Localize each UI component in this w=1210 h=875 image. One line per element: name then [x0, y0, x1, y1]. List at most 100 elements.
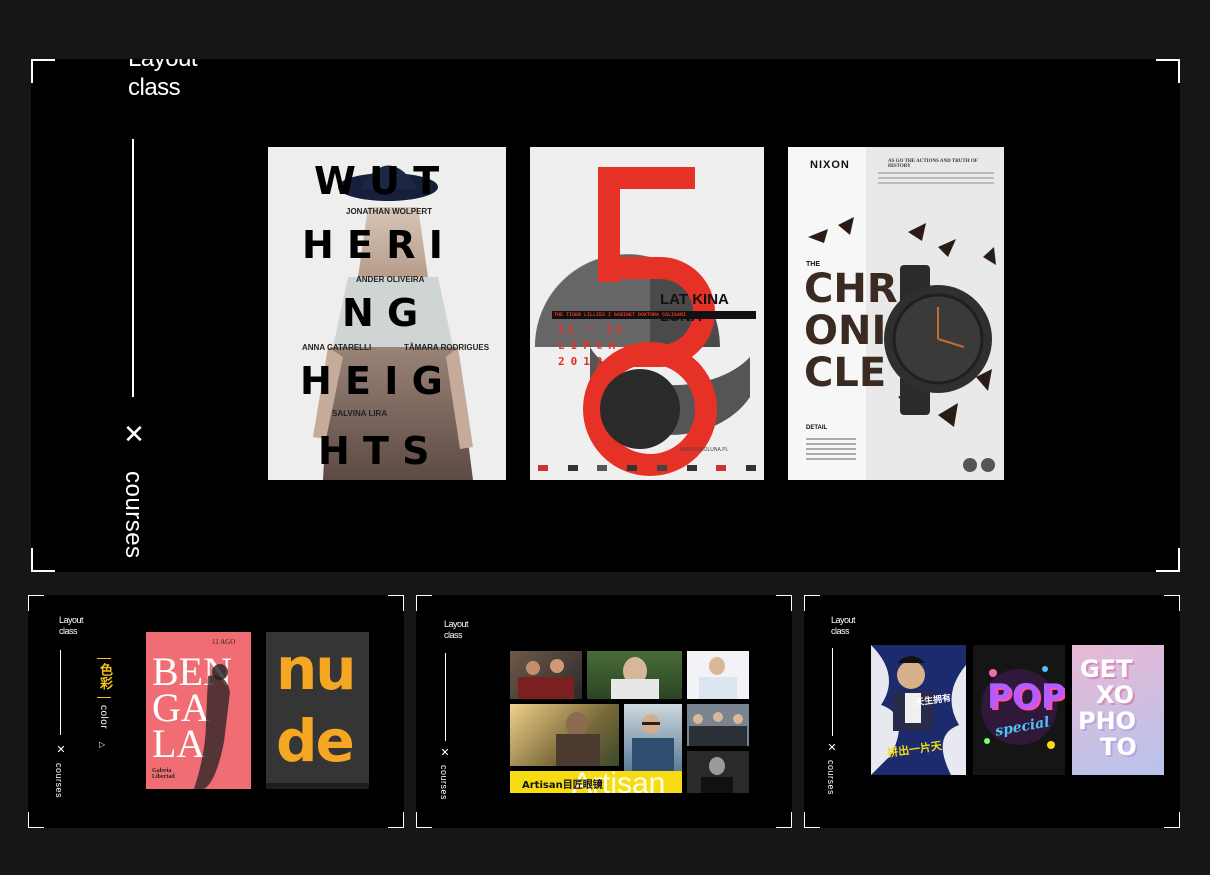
- photo-sunlit-man[interactable]: [510, 704, 619, 766]
- wuthering-row-1: W U T: [314, 159, 440, 203]
- wuthering-credit-1: JONATHAN WOLPERT: [346, 207, 433, 216]
- wuthering-credit-2: ANDER OLIVEIRA: [356, 275, 425, 284]
- courses-label: courses: [826, 760, 836, 796]
- frame-corner-top-left: [31, 59, 55, 83]
- color-divider-top: [97, 658, 111, 659]
- photo-business-group[interactable]: [687, 704, 749, 746]
- sidebar-divider: [445, 653, 446, 741]
- close-icon[interactable]: ✕: [54, 743, 68, 756]
- bengala-footer: Galería Libertad: [152, 768, 175, 780]
- nixon-body-lines: [878, 169, 994, 184]
- sidebar-title: Layout class: [444, 619, 469, 641]
- frame-corner-bottom-left: [28, 812, 44, 828]
- wuthering-credit-3: ANNA CATARELLI: [302, 343, 372, 352]
- photo-glasses-man[interactable]: [624, 704, 682, 771]
- lipca-caption: THE TIGER LILLIES I GABINET DOKTORA CALI…: [552, 311, 756, 319]
- close-icon[interactable]: ✕: [825, 741, 839, 754]
- wuthering-row-5: H T S: [318, 429, 430, 473]
- poster-pop-special[interactable]: POP special: [973, 645, 1065, 775]
- thumbnail-poster-slide[interactable]: Layout class ✕ courses 天生拥有 拼出一片天 POP sp…: [804, 595, 1180, 828]
- play-triangle-icon: ▷: [99, 740, 106, 749]
- frame-corner-bottom-right: [1156, 548, 1180, 572]
- poster-lipca[interactable]: LAT KINA LUNA THE TIGER LILLIES I GABINE…: [530, 147, 764, 480]
- getxo-line-3: PHO: [1078, 707, 1137, 735]
- sidebar-title: Layout class: [831, 615, 856, 637]
- sidebar-title-line2: class: [59, 625, 78, 636]
- sidebar-title: Layout class: [128, 59, 198, 103]
- courses-label: courses: [120, 471, 147, 559]
- courses-label: courses: [439, 765, 449, 801]
- frame-corner-bottom-left: [804, 812, 820, 828]
- sidebar-title-line2: class: [128, 73, 181, 101]
- lipca-sponsor-row: [538, 465, 756, 471]
- wuthering-row-3: N G: [342, 291, 419, 335]
- poster-zh-illustration[interactable]: 天生拥有 拼出一片天: [871, 645, 966, 775]
- artisan-banner[interactable]: Artisan Artisan目匠眼镜: [510, 771, 682, 793]
- getxo-line-1: GET: [1080, 655, 1133, 683]
- bengala-figure: [194, 664, 230, 789]
- color-label-en: color: [98, 705, 109, 730]
- nixon-detail: DETAIL: [806, 425, 828, 431]
- frame-corner-top-left: [28, 595, 44, 611]
- frame-corner-top-right: [1164, 595, 1180, 611]
- sidebar-title-line1: Layout: [831, 615, 856, 625]
- poster-bengala[interactable]: 11 AGO BEN GA LA Galería Libertad: [146, 632, 251, 789]
- getxo-line-2: XO: [1096, 681, 1135, 709]
- color-divider-bottom: [97, 697, 111, 698]
- main-slide: Layout class ✕ courses W U T JONA: [31, 59, 1180, 572]
- artisan-banner-text: Artisan目匠眼镜: [522, 780, 603, 791]
- pop-word: POP: [987, 677, 1065, 717]
- wuthering-credit-5: SALVINA LIRA: [332, 409, 388, 418]
- poster-nixon[interactable]: NIXON AS GO THE ACTIONS AND TRUTH OF HIS…: [788, 147, 1004, 480]
- photo-man-white-shirt[interactable]: [687, 651, 749, 699]
- wuthering-row-4: H E I G: [300, 359, 443, 403]
- nixon-headline: AS GO THE ACTIONS AND TRUTH OF HISTORY: [888, 159, 978, 169]
- thumbnail-photo-slide[interactable]: Layout class ✕ courses Artisan Artisan目匠…: [416, 595, 792, 828]
- close-icon[interactable]: ✕: [119, 419, 149, 450]
- poster-wuthering-heights[interactable]: W U T JONATHAN WOLPERT H E R I ANDER OLI…: [268, 147, 506, 480]
- lipca-date-1: 21 – 22: [558, 323, 626, 336]
- wuthering-credit-4: TÂMARA RODRIGUES: [404, 343, 490, 352]
- poster-nude[interactable]: nu de: [266, 632, 369, 789]
- thumbnail-color-slide[interactable]: Layout class ✕ courses 色彩 color ▷ 11 AGO…: [28, 595, 404, 828]
- frame-corner-bottom-right: [776, 812, 792, 828]
- frame-corner-top-right: [388, 595, 404, 611]
- lipca-website: WWW.KINOLUNA.PL: [680, 447, 729, 453]
- photo-lying-man[interactable]: [587, 651, 682, 699]
- lipca-title: LAT KINA LUNA: [660, 291, 729, 325]
- lipca-date-2: LIPCA: [558, 339, 622, 352]
- photo-couple[interactable]: [510, 651, 582, 699]
- sidebar-title-line2: class: [831, 625, 850, 636]
- frame-corner-bottom-left: [31, 548, 55, 572]
- nixon-brand: NIXON: [810, 159, 850, 171]
- nixon-chronicle-line2: ONI: [804, 308, 887, 354]
- nixon-detail-lines: [806, 435, 856, 460]
- poster-getxo-photo[interactable]: GET XO PHO TO: [1072, 645, 1164, 775]
- frame-corner-top-left: [804, 595, 820, 611]
- frame-corner-top-left: [416, 595, 432, 611]
- sidebar-title-line1: Layout: [128, 59, 198, 74]
- frame-corner-bottom-left: [416, 812, 432, 828]
- color-label-zh: 色彩: [98, 663, 113, 690]
- nude-line-2: de: [276, 707, 355, 775]
- photo-portrait-bw[interactable]: [687, 751, 749, 793]
- sidebar-title-line1: Layout: [444, 619, 469, 629]
- frame-corner-top-right: [776, 595, 792, 611]
- nixon-chronicle-line1: CHR: [804, 266, 898, 312]
- sidebar-title-line2: class: [444, 629, 463, 640]
- nude-bottom-strip: [266, 783, 369, 789]
- nude-line-1: nu: [276, 635, 357, 703]
- lipca-date-3: 2012: [558, 355, 609, 368]
- sidebar-title: Layout class: [59, 615, 84, 637]
- nixon-chronicle-line3: CLE: [804, 350, 887, 396]
- close-icon[interactable]: ✕: [438, 746, 452, 759]
- sidebar-divider: [60, 650, 61, 735]
- sidebar-title-line1: Layout: [59, 615, 84, 625]
- frame-corner-bottom-right: [1164, 812, 1180, 828]
- courses-label: courses: [54, 763, 64, 799]
- wuthering-row-2: H E R I: [302, 223, 443, 267]
- frame-corner-top-right: [1156, 59, 1180, 83]
- sidebar-divider: [132, 139, 134, 397]
- frame-corner-bottom-right: [388, 812, 404, 828]
- sidebar-divider: [832, 648, 833, 736]
